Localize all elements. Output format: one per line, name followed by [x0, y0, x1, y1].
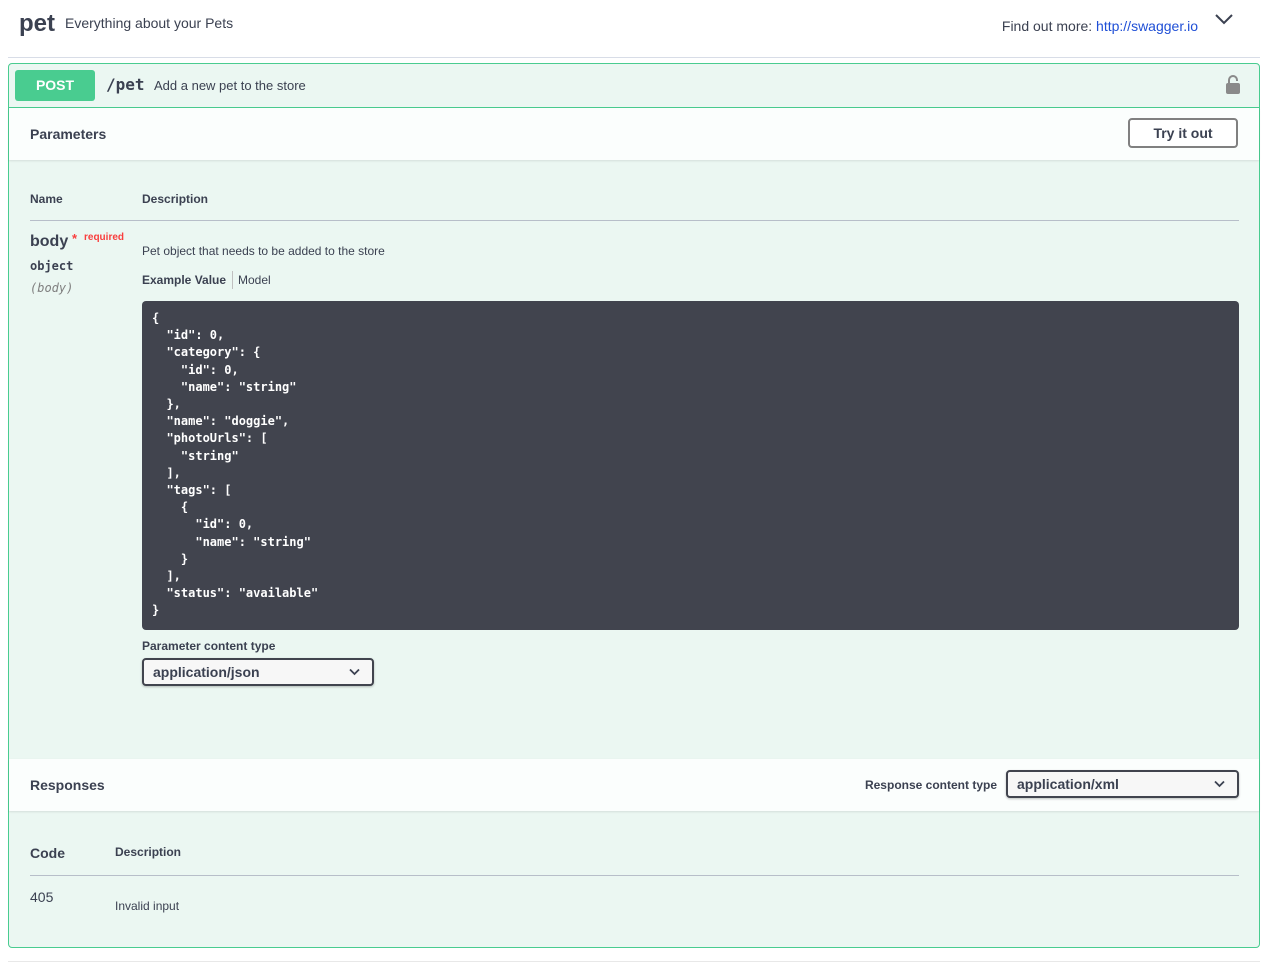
- swagger-link[interactable]: http://swagger.io: [1096, 18, 1198, 34]
- param-type: object: [30, 259, 74, 273]
- col-description-header: Description: [142, 192, 209, 206]
- response-description-header: Description: [115, 845, 182, 859]
- find-out-more-label: Find out more:: [1001, 18, 1093, 34]
- response-description: Invalid input: [115, 899, 180, 913]
- example-code-block[interactable]: { "id": 0, "category": { "id": 0, "name"…: [142, 301, 1239, 630]
- response-code: 405: [30, 889, 54, 905]
- param-in: (body): [30, 281, 74, 295]
- response-content-type-label: Response content type: [864, 778, 997, 792]
- opblock-summary[interactable]: POST /pet Add a new pet to the store: [9, 64, 1259, 108]
- parameters-title: Parameters: [30, 126, 107, 142]
- tab-model[interactable]: Model: [238, 273, 271, 287]
- parameter-content-type-value: application/json: [153, 664, 260, 680]
- divider: [8, 961, 1260, 962]
- tag-description: Everything about your Pets: [65, 15, 234, 31]
- divider: [30, 220, 1239, 221]
- chevron-down-icon: [349, 668, 360, 676]
- operation-summary: Add a new pet to the store: [154, 78, 306, 93]
- tab-separator: [232, 271, 233, 289]
- opblock-post-pet: POST /pet Add a new pet to the store Par…: [8, 63, 1260, 948]
- required-label: required: [84, 232, 125, 243]
- example-json: { "id": 0, "category": { "id": 0, "name"…: [152, 311, 319, 618]
- tag-name: pet: [19, 10, 55, 37]
- parameter-content-type-label: Parameter content type: [142, 639, 276, 653]
- chevron-down-icon: [1214, 780, 1225, 788]
- chevron-down-icon[interactable]: [1214, 12, 1234, 26]
- find-out-more: Find out more: http://swagger.io: [1002, 18, 1198, 34]
- tab-example-value[interactable]: Example Value: [142, 273, 226, 287]
- parameter-content-type-select[interactable]: application/json: [142, 658, 374, 686]
- parameters-header: Parameters Try it out: [9, 108, 1259, 160]
- tag-header[interactable]: pet Everything about your Pets Find out …: [8, 0, 1260, 58]
- divider: [30, 875, 1239, 876]
- col-name-header: Name: [30, 192, 63, 206]
- response-code-header: Code: [30, 845, 65, 861]
- response-content-type-select[interactable]: application/xml: [1006, 770, 1239, 798]
- method-badge: POST: [15, 70, 95, 101]
- required-star: *: [72, 231, 78, 246]
- param-description: Pet object that needs to be added to the…: [142, 244, 385, 258]
- operation-path: /pet: [106, 75, 145, 94]
- responses-title: Responses: [30, 777, 105, 793]
- param-name: body: [30, 233, 69, 250]
- response-content-type-value: application/xml: [1017, 776, 1119, 792]
- lock-icon[interactable]: [1225, 74, 1241, 96]
- try-it-out-button[interactable]: Try it out: [1128, 118, 1238, 148]
